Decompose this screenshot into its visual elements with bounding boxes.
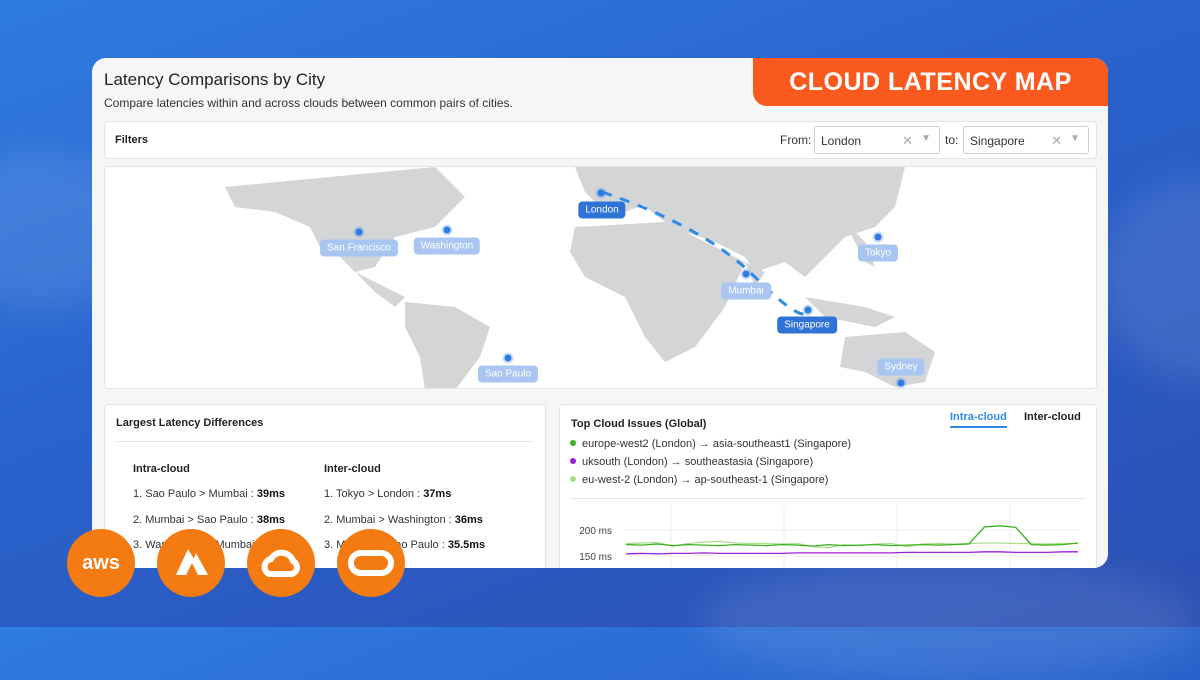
clear-icon[interactable]: ✕ bbox=[902, 133, 913, 149]
to-value: Singapore bbox=[970, 134, 1025, 148]
city-pin[interactable] bbox=[742, 270, 750, 278]
chevron-down-icon[interactable]: ▼ bbox=[1070, 133, 1080, 144]
divider bbox=[116, 441, 534, 442]
y-tick-label: 200 ms bbox=[579, 526, 612, 537]
azure-logo bbox=[157, 529, 225, 597]
latency-chart: 200 ms 150 ms bbox=[579, 505, 1079, 568]
google-cloud-logo bbox=[247, 529, 315, 597]
to-select[interactable]: Singapore ✕ ▼ bbox=[963, 126, 1089, 154]
aws-logo: aws bbox=[67, 529, 135, 597]
list-item: 1. Tokyo > London : 37ms bbox=[324, 488, 452, 500]
city-pin[interactable] bbox=[504, 354, 512, 362]
oracle-logo bbox=[337, 529, 405, 597]
city-label[interactable]: Mumbai bbox=[721, 282, 771, 300]
city-pin[interactable] bbox=[355, 228, 363, 236]
legend-dot-icon bbox=[570, 440, 576, 446]
city-pin[interactable] bbox=[804, 306, 812, 314]
to-label: to: bbox=[945, 133, 959, 147]
legend-item: uksouth (London) → southeastasia (Singap… bbox=[570, 456, 813, 468]
continents bbox=[225, 167, 935, 388]
list-item: 1. Sao Paulo > Mumbai : 39ms bbox=[133, 488, 285, 500]
legend-item: europe-west2 (London) → asia-southeast1 … bbox=[570, 438, 851, 450]
inter-heading: Inter-cloud bbox=[324, 463, 381, 475]
city-pin[interactable] bbox=[897, 379, 905, 387]
from-value: London bbox=[821, 134, 862, 148]
list-item: 2. Mumbai > Sao Paulo : 38ms bbox=[133, 514, 285, 526]
latency-card: Latency Comparisons by City Compare late… bbox=[92, 58, 1108, 568]
from-select[interactable]: London ✕ ▼ bbox=[814, 126, 940, 154]
city-label[interactable]: Tokyo bbox=[857, 244, 899, 262]
legend-item: eu-west-2 (London) → ap-southeast-1 (Sin… bbox=[570, 474, 828, 486]
divider bbox=[570, 498, 1086, 499]
list-item: 2. Mumbai > Washington : 36ms bbox=[324, 514, 483, 526]
city-pin[interactable] bbox=[443, 226, 451, 234]
filters-label: Filters bbox=[115, 134, 149, 146]
clear-icon[interactable]: ✕ bbox=[1051, 133, 1062, 149]
chevron-down-icon[interactable]: ▼ bbox=[921, 133, 931, 144]
legend-dot-icon bbox=[570, 476, 576, 482]
city-pin[interactable] bbox=[874, 233, 882, 241]
from-label: From: bbox=[780, 133, 812, 147]
y-tick-label: 150 ms bbox=[579, 552, 612, 563]
city-pin[interactable] bbox=[597, 189, 605, 197]
city-label[interactable]: Washington bbox=[413, 237, 481, 255]
city-label[interactable]: Sao Paulo bbox=[477, 365, 539, 383]
tab-intra-cloud[interactable]: Intra-cloud bbox=[950, 411, 1007, 428]
panel-title: Largest Latency Differences bbox=[116, 417, 264, 429]
page-title: Latency Comparisons by City bbox=[104, 70, 326, 89]
intra-heading: Intra-cloud bbox=[133, 463, 190, 475]
filters-bar: Filters From: London ✕ ▼ to: Singapore ✕ ▼ bbox=[104, 121, 1097, 159]
panel-title: Top Cloud Issues (Global) bbox=[571, 418, 707, 430]
tab-inter-cloud[interactable]: Inter-cloud bbox=[1024, 411, 1081, 423]
city-label[interactable]: Sydney bbox=[877, 358, 925, 376]
banner: CLOUD LATENCY MAP bbox=[753, 58, 1108, 106]
world-map[interactable]: San Francisco Washington London Mumbai Singa… bbox=[104, 166, 1097, 389]
city-label[interactable]: San Francisco bbox=[320, 239, 398, 257]
top-cloud-issues-panel: Top Cloud Issues (Global) Intra-cloud In… bbox=[559, 404, 1097, 568]
page-subtitle: Compare latencies within and across clou… bbox=[104, 96, 513, 110]
city-label[interactable]: London bbox=[578, 201, 626, 219]
city-label[interactable]: Singapore bbox=[777, 316, 837, 334]
legend-dot-icon bbox=[570, 458, 576, 464]
